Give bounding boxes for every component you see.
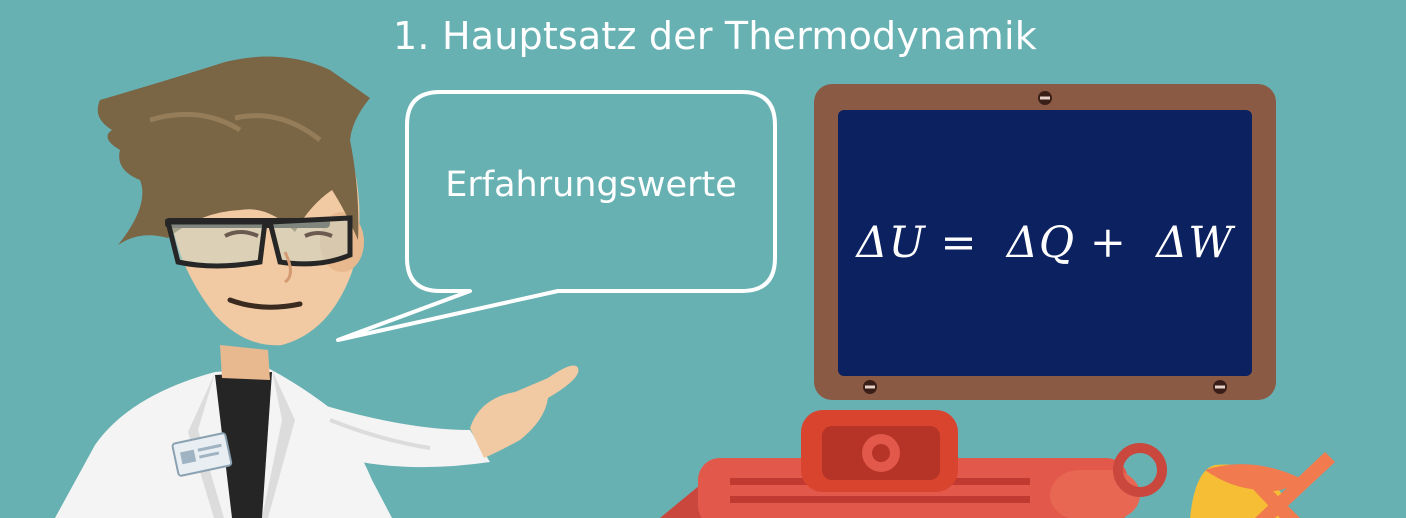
chalkboard-formula: ΔU = ΔQ + ΔW (856, 218, 1234, 268)
glasses (164, 215, 353, 269)
screw-icon (1038, 91, 1052, 105)
lecture-scene: 1. Hauptsatz der Thermodynamik Erfahrung… (0, 0, 1406, 518)
speech-bubble-text: Erfahrungswerte (445, 165, 737, 205)
screw-icon (863, 380, 877, 394)
screw-icon (1213, 380, 1227, 394)
page-title: 1. Hauptsatz der Thermodynamik (393, 14, 1037, 58)
